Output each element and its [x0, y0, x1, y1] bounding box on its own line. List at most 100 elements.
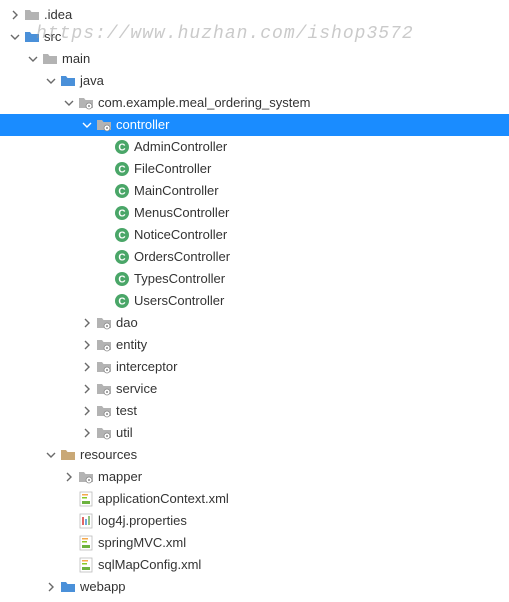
package-icon [78, 469, 94, 485]
class-icon: C [114, 205, 130, 221]
tree-row[interactable]: sqlMapConfig.xml [0, 554, 509, 576]
tree-label: java [80, 70, 104, 92]
folder-icon [60, 73, 76, 89]
tree-row[interactable]: test [0, 400, 509, 422]
tree-label: webapp [80, 576, 126, 598]
chevron-right-icon[interactable] [80, 426, 94, 440]
tree-label: main [62, 48, 90, 70]
tree-label: resources [80, 444, 137, 466]
folder-icon [60, 447, 76, 463]
tree-row[interactable]: util [0, 422, 509, 444]
tree-row[interactable]: C OrdersController [0, 246, 509, 268]
package-icon [96, 315, 112, 331]
svg-text:C: C [118, 297, 125, 308]
svg-text:C: C [118, 231, 125, 242]
chevron-down-icon[interactable] [8, 30, 22, 44]
svg-text:C: C [118, 275, 125, 286]
package-icon [78, 95, 94, 111]
tree-label: UsersController [134, 290, 224, 312]
tree-row[interactable]: mapper [0, 466, 509, 488]
chevron-down-icon[interactable] [62, 96, 76, 110]
chevron-right-icon[interactable] [80, 316, 94, 330]
folder-icon [24, 29, 40, 45]
tree-row[interactable]: C NoticeController [0, 224, 509, 246]
chevron-right-icon[interactable] [80, 338, 94, 352]
tree-row[interactable]: C MainController [0, 180, 509, 202]
class-icon: C [114, 139, 130, 155]
tree-row[interactable]: dao [0, 312, 509, 334]
tree-row[interactable]: CTypesController [0, 268, 509, 290]
folder-icon [42, 51, 58, 67]
tree-label: applicationContext.xml [98, 488, 229, 510]
tree-row[interactable]: C AdminController [0, 136, 509, 158]
folder-icon [24, 7, 40, 23]
chevron-down-icon[interactable] [80, 118, 94, 132]
tree-row[interactable]: src [0, 26, 509, 48]
svg-text:C: C [118, 253, 125, 264]
chevron-right-icon[interactable] [80, 404, 94, 418]
chevron-down-icon[interactable] [26, 52, 40, 66]
class-icon: C [114, 249, 130, 265]
package-icon [96, 425, 112, 441]
package-icon [96, 381, 112, 397]
tree-row[interactable]: CFileController [0, 158, 509, 180]
chevron-down-icon[interactable] [44, 448, 58, 462]
tree-label: mapper [98, 466, 142, 488]
tree-row[interactable]: springMVC.xml [0, 532, 509, 554]
class-icon: C [114, 161, 130, 177]
svg-text:C: C [118, 165, 125, 176]
class-icon: C [114, 183, 130, 199]
tree-label: AdminController [134, 136, 227, 158]
package-icon [96, 337, 112, 353]
tree-row[interactable]: C MenusController [0, 202, 509, 224]
tree-label: dao [116, 312, 138, 334]
properties-file-icon [78, 513, 94, 529]
tree-row[interactable]: applicationContext.xml [0, 488, 509, 510]
tree-label: sqlMapConfig.xml [98, 554, 201, 576]
class-icon: C [114, 293, 130, 309]
class-icon: C [114, 271, 130, 287]
folder-icon [60, 579, 76, 595]
tree-label: springMVC.xml [98, 532, 186, 554]
tree-row[interactable]: entity [0, 334, 509, 356]
tree-label: service [116, 378, 157, 400]
svg-text:C: C [118, 209, 125, 220]
tree-label: test [116, 400, 137, 422]
tree-label: log4j.properties [98, 510, 187, 532]
class-icon: C [114, 227, 130, 243]
chevron-down-icon[interactable] [44, 74, 58, 88]
tree-label: src [44, 26, 61, 48]
tree-row[interactable]: webapp [0, 576, 509, 598]
tree-label: controller [116, 114, 169, 136]
tree-label: interceptor [116, 356, 177, 378]
xml-file-icon [78, 557, 94, 573]
svg-text:C: C [118, 143, 125, 154]
tree-row[interactable]: resources [0, 444, 509, 466]
tree-row[interactable]: log4j.properties [0, 510, 509, 532]
tree-label: .idea [44, 4, 72, 26]
tree-row[interactable]: C UsersController [0, 290, 509, 312]
project-tree[interactable]: .ideasrcmainjavacom.example.meal_orderin… [0, 0, 509, 602]
tree-label: entity [116, 334, 147, 356]
tree-label: MainController [134, 180, 219, 202]
chevron-right-icon[interactable] [44, 580, 58, 594]
tree-row[interactable]: controller [0, 114, 509, 136]
tree-label: MenusController [134, 202, 229, 224]
tree-row[interactable]: .idea [0, 4, 509, 26]
tree-label: OrdersController [134, 246, 230, 268]
package-icon [96, 117, 112, 133]
chevron-right-icon[interactable] [8, 8, 22, 22]
tree-row[interactable]: interceptor [0, 356, 509, 378]
chevron-right-icon[interactable] [80, 382, 94, 396]
chevron-right-icon[interactable] [62, 470, 76, 484]
tree-label: NoticeController [134, 224, 227, 246]
tree-row[interactable]: main [0, 48, 509, 70]
package-icon [96, 403, 112, 419]
tree-row[interactable]: java [0, 70, 509, 92]
tree-row[interactable]: com.example.meal_ordering_system [0, 92, 509, 114]
chevron-right-icon[interactable] [80, 360, 94, 374]
tree-row[interactable]: service [0, 378, 509, 400]
xml-file-icon [78, 535, 94, 551]
package-icon [96, 359, 112, 375]
svg-text:C: C [118, 187, 125, 198]
